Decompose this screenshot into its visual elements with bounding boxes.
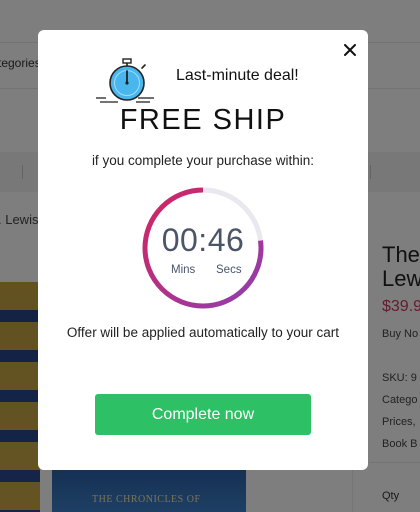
complete-now-button[interactable]: Complete now	[95, 394, 311, 435]
seconds-label: Secs	[216, 264, 242, 276]
offer-text: Offer will be applied automatically to y…	[66, 325, 340, 340]
close-icon	[344, 44, 356, 56]
countdown-time: 00:46	[161, 222, 245, 258]
headline: FREE SHIP	[119, 104, 287, 136]
minutes-label: Mins	[171, 264, 196, 276]
promo-modal: Last-minute deal! FREE SHIP if you compl…	[38, 30, 368, 470]
deal-label: Last-minute deal!	[176, 67, 299, 84]
subline: if you complete your purchase within:	[91, 153, 315, 168]
stopwatch-icon	[96, 58, 154, 103]
close-button[interactable]	[338, 38, 362, 62]
countdown-timer: 00:46 Mins Secs	[141, 186, 265, 310]
